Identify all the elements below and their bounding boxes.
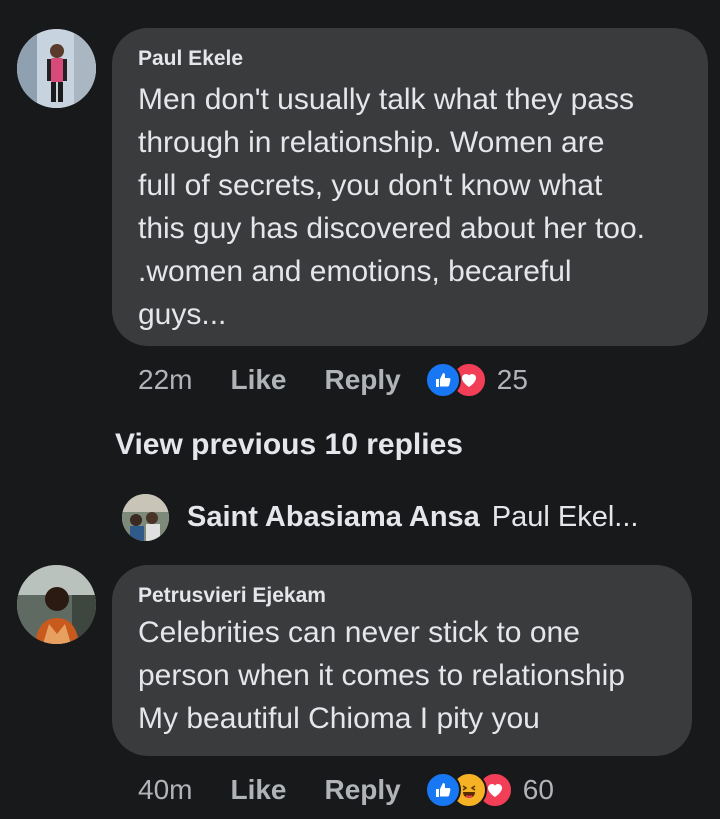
reply-button[interactable]: Reply [325, 774, 401, 806]
comment-time[interactable]: 22m [138, 364, 192, 396]
reaction-summary[interactable]: 60 [424, 772, 554, 808]
avatar[interactable] [17, 29, 96, 108]
avatar[interactable] [17, 565, 96, 644]
comment-line: .women and emotions, becareful [138, 255, 572, 288]
like-button[interactable]: Like [230, 364, 286, 396]
comment-line: person when it comes to relationship [138, 659, 625, 692]
profile-photo-icon [122, 494, 169, 541]
reaction-count: 60 [522, 774, 554, 805]
reply-author[interactable]: Saint Abasiama Ansa [187, 501, 480, 534]
reply-button[interactable]: Reply [325, 364, 401, 396]
comment-author[interactable]: Paul Ekele [138, 46, 684, 72]
like-button[interactable]: Like [230, 774, 286, 806]
comment-line: guys... [138, 298, 227, 331]
profile-photo-icon [17, 29, 96, 108]
reply-preview[interactable]: Saint Abasiama Ansa Paul Ekel... [122, 494, 638, 541]
comment-line: full of secrets, you don't know what [138, 169, 603, 202]
comment-bubble[interactable]: Petrusvieri Ejekam Celebrities can never… [112, 565, 692, 756]
view-previous-replies-link[interactable]: View previous 10 replies [115, 428, 463, 462]
reply-preview-text: Paul Ekel... [491, 501, 639, 533]
comment-text: Celebrities can never stick to one perso… [138, 611, 668, 740]
comment-line: Men don't usually talk what they pass [138, 83, 634, 116]
comment-line: through in relationship. Women are [138, 126, 605, 159]
comment-actions: 40m Like Reply 60 [138, 772, 554, 808]
like-reaction-icon [424, 772, 461, 808]
reaction-count: 25 [496, 364, 528, 395]
profile-photo-icon [17, 565, 96, 644]
comment-line: My beautiful Chioma I pity you [138, 702, 540, 735]
like-reaction-icon [424, 362, 461, 398]
comment-actions: 22m Like Reply 25 [138, 362, 528, 398]
comment-time[interactable]: 40m [138, 774, 192, 806]
comment-bubble[interactable]: Paul Ekele Men don't usually talk what t… [112, 28, 708, 346]
comment-line: Celebrities can never stick to one [138, 616, 580, 649]
comment-line: this guy has discovered about her too. [138, 212, 645, 245]
avatar[interactable] [122, 494, 169, 541]
comment-text: Men don't usually talk what they pass th… [138, 78, 684, 336]
comment-author[interactable]: Petrusvieri Ejekam [138, 583, 668, 609]
reaction-summary[interactable]: 25 [424, 362, 528, 398]
